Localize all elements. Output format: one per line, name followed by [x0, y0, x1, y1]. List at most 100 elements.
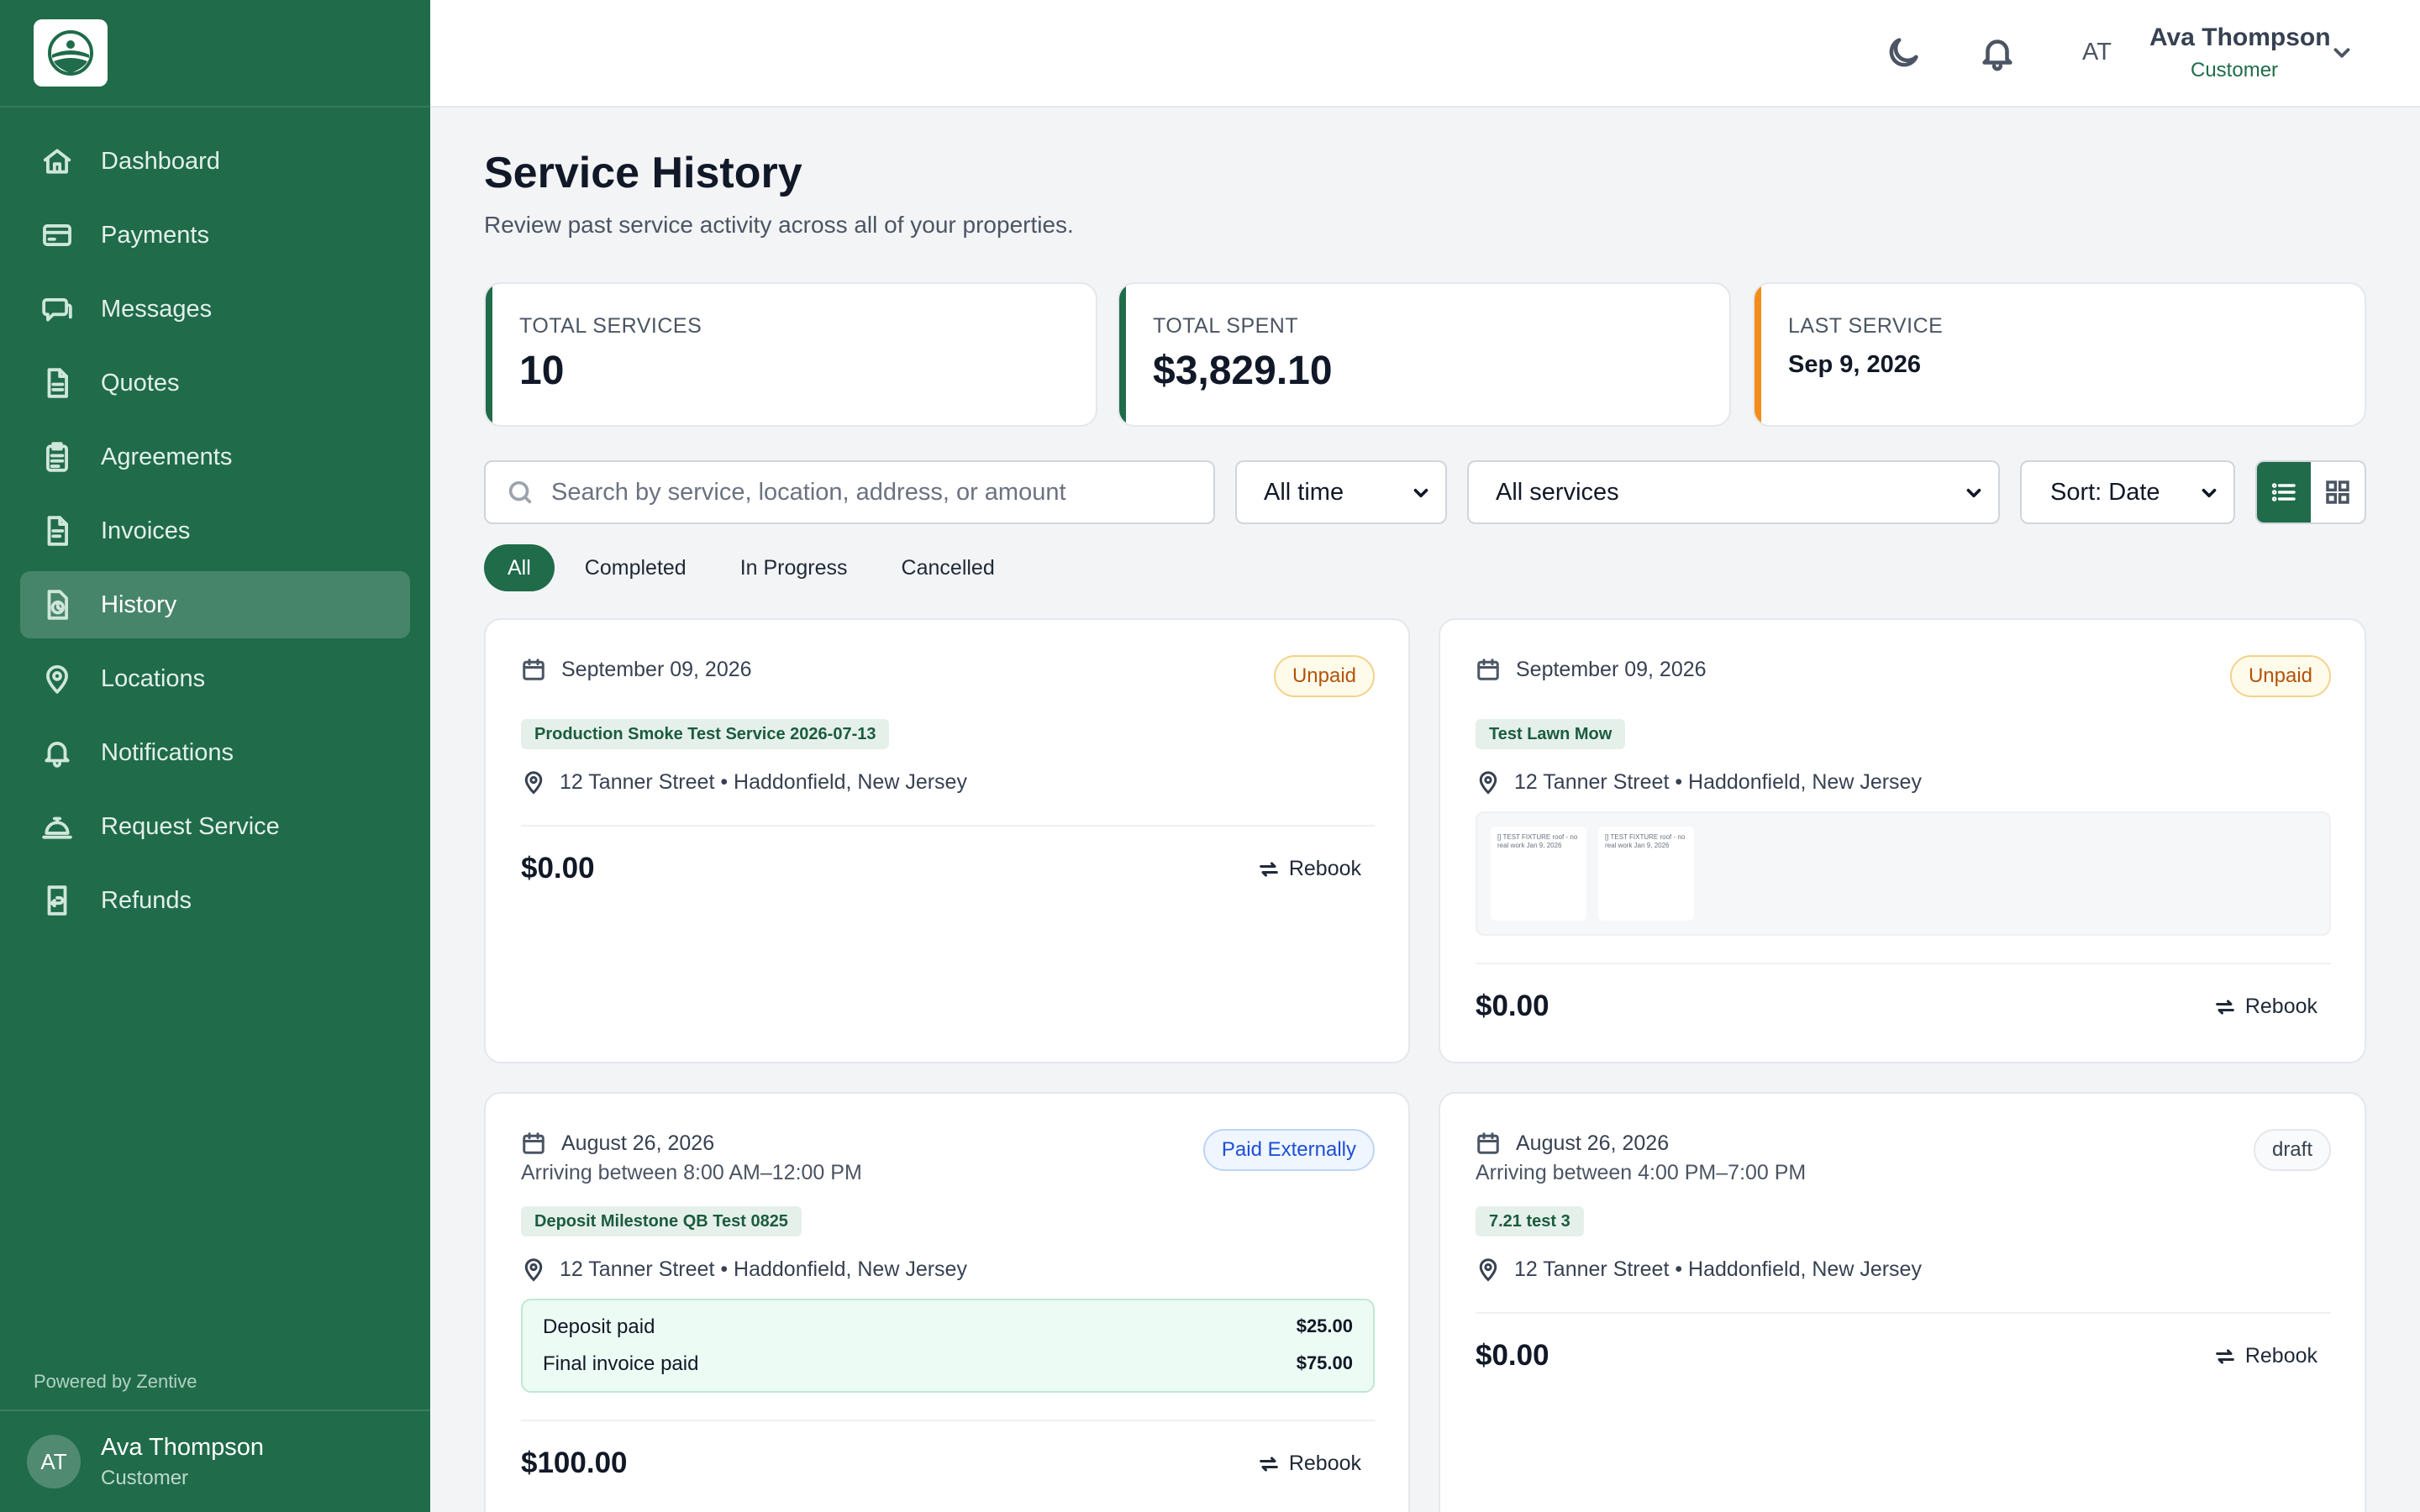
stat-total-services: TOTAL SERVICES 10	[484, 282, 1097, 427]
sidebar-item-locations[interactable]: Locations	[20, 645, 410, 712]
list-icon	[2271, 483, 2296, 501]
topbar	[430, 0, 2420, 108]
sidebar-item-invoices[interactable]: Invoices	[20, 497, 410, 564]
stat-accent	[1119, 284, 1126, 425]
divider	[521, 1420, 1375, 1421]
list-view-button[interactable]	[2257, 462, 2311, 522]
sidebar-item-history[interactable]: History	[20, 571, 410, 638]
payment-value: $25.00	[1296, 1315, 1353, 1336]
moon-icon[interactable]	[1884, 34, 1923, 72]
service-amount: $0.00	[521, 852, 595, 885]
chevron-down-icon[interactable]	[2329, 40, 2354, 66]
divider	[1476, 963, 2331, 964]
tab-cancelled[interactable]: Cancelled	[878, 544, 1018, 591]
sidebar-item-notifications[interactable]: Notifications	[20, 719, 410, 786]
sort-select[interactable]: Sort: Date	[2020, 460, 2235, 524]
service-tag: 7.21 test 3	[1476, 1206, 1584, 1236]
rebook-label: Rebook	[1288, 857, 1361, 880]
map-pin-icon	[524, 771, 543, 795]
sidebar-item-label: Refunds	[101, 886, 192, 914]
refund-icon	[40, 884, 74, 917]
service-amount: $100.00	[521, 1446, 628, 1479]
photo-thumbnail[interactable]: [] TEST FIXTURE roof - no real work Jan …	[1491, 827, 1586, 921]
service-tag: Test Lawn Mow	[1476, 719, 1626, 749]
service-card[interactable]: September 09, 2026 Unpaid Test Lawn Mow …	[1439, 618, 2366, 1063]
tab-completed[interactable]: Completed	[561, 544, 710, 591]
stat-accent	[486, 284, 492, 425]
service-location-text: 12 Tanner Street • Haddonfield, New Jers…	[560, 769, 967, 794]
service-amount: $0.00	[1476, 1339, 1549, 1372]
calendar-icon	[523, 659, 544, 680]
service-location: 12 Tanner Street • Haddonfield, New Jers…	[1476, 1257, 1922, 1282]
service-tag: Production Smoke Test Service 2026-07-13	[521, 719, 890, 749]
stat-value: Sep 9, 2026	[1788, 351, 1921, 378]
tab-in-progress[interactable]: In Progress	[717, 544, 871, 591]
photo-thumbnail[interactable]: [] TEST FIXTURE roof - no real work Jan …	[1598, 827, 1694, 921]
landscape-logo-icon[interactable]	[34, 19, 108, 87]
sidebar-item-agreements[interactable]: Agreements	[20, 423, 410, 491]
arrival-window: Arriving between 8:00 AM–12:00 PM	[521, 1161, 862, 1184]
history-icon	[40, 588, 74, 622]
status-badge: draft	[2253, 1129, 2331, 1171]
rebook-button[interactable]: Rebook	[1257, 857, 1361, 881]
service-date-text: August 26, 2026	[561, 1131, 715, 1155]
service-date: September 09, 2026	[521, 657, 752, 682]
chat-icon	[40, 292, 74, 326]
service-bell-icon	[40, 810, 74, 843]
invoice-icon	[40, 514, 74, 548]
sidebar-item-quotes[interactable]: Quotes	[20, 349, 410, 417]
sidebar-item-label: History	[101, 591, 177, 618]
sidebar-item-label: Notifications	[101, 738, 234, 766]
service-date: August 26, 2026	[521, 1131, 714, 1156]
rebook-label: Rebook	[1288, 1452, 1361, 1475]
chevron-down-icon	[1410, 482, 1432, 504]
service-location-text: 12 Tanner Street • Haddonfield, New Jers…	[560, 1257, 967, 1281]
home-icon	[40, 144, 74, 178]
user-role: Customer	[2191, 59, 2279, 81]
sidebar-user-name: Ava Thompson	[101, 1433, 264, 1461]
sort-value: Sort: Date	[2050, 478, 2160, 506]
service-amount: $0.00	[1476, 990, 1549, 1022]
sidebar-item-refunds[interactable]: Refunds	[20, 867, 410, 934]
payment-row: Final invoice paid $75.00	[543, 1352, 1353, 1376]
search-input[interactable]: Search by service, location, address, or…	[484, 460, 1215, 524]
service-date-text: September 09, 2026	[561, 657, 752, 681]
sidebar-item-messages[interactable]: Messages	[20, 276, 410, 343]
repeat-icon	[2215, 999, 2234, 1015]
services-filter-value: All services	[1496, 478, 1619, 506]
sidebar-item-request-service[interactable]: Request Service	[20, 793, 410, 860]
sidebar-item-label: Agreements	[101, 443, 233, 470]
rebook-button[interactable]: Rebook	[2213, 995, 2317, 1019]
time-filter-select[interactable]: All time	[1235, 460, 1447, 524]
sidebar-item-dashboard[interactable]: Dashboard	[20, 128, 410, 195]
grid-icon	[2326, 480, 2349, 504]
view-toggle	[2255, 460, 2366, 524]
user-initials[interactable]: AT	[2082, 39, 2112, 66]
status-badge: Paid Externally	[1202, 1129, 1375, 1171]
map-pin-icon	[524, 1258, 543, 1282]
rebook-button[interactable]: Rebook	[1257, 1452, 1361, 1476]
stat-value: 10	[519, 349, 565, 393]
grid-view-button[interactable]	[2311, 462, 2365, 522]
service-card[interactable]: August 26, 2026 Arriving between 4:00 PM…	[1439, 1092, 2366, 1512]
status-badge: Unpaid	[2229, 655, 2331, 697]
service-location: 12 Tanner Street • Haddonfield, New Jers…	[1476, 769, 1922, 795]
sidebar-user[interactable]: AT Ava Thompson Customer	[0, 1410, 430, 1512]
document-icon	[40, 366, 74, 400]
stat-total-spent: TOTAL SPENT $3,829.10	[1118, 282, 1731, 427]
services-filter-select[interactable]: All services	[1467, 460, 2000, 524]
sidebar-item-payments[interactable]: Payments	[20, 202, 410, 269]
map-pin-icon	[1479, 771, 1497, 795]
user-name[interactable]: Ava Thompson	[2149, 24, 2331, 52]
calendar-icon	[1477, 659, 1499, 680]
tab-all[interactable]: All	[484, 544, 555, 591]
service-card[interactable]: August 26, 2026 Arriving between 8:00 AM…	[484, 1092, 1410, 1512]
service-location: 12 Tanner Street • Haddonfield, New Jers…	[521, 1257, 967, 1282]
powered-by-text: Powered by Zentive	[34, 1371, 197, 1392]
payment-label: Final invoice paid	[543, 1352, 699, 1375]
time-filter-value: All time	[1264, 478, 1344, 506]
stat-last-service: LAST SERVICE Sep 9, 2026	[1753, 282, 2366, 427]
rebook-button[interactable]: Rebook	[2213, 1344, 2317, 1368]
service-card[interactable]: September 09, 2026 Unpaid Production Smo…	[484, 618, 1410, 1063]
bell-icon[interactable]	[1978, 34, 2017, 72]
